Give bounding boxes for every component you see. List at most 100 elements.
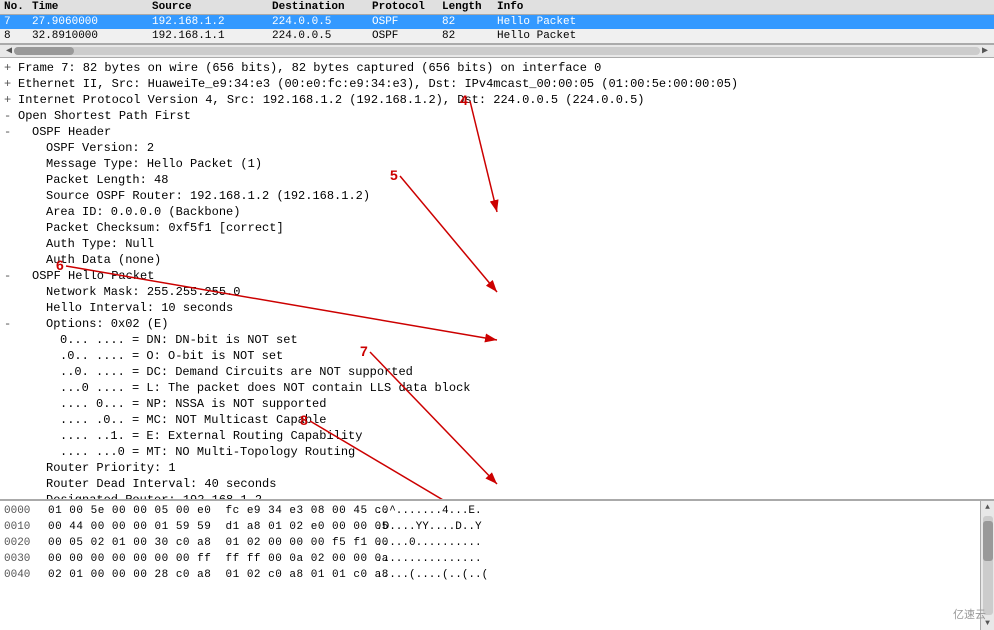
hex-bytes: 00 44 00 00 00 01 59 59 d1 a8 01 02 e0 0… (48, 519, 368, 535)
hex-bytes: 02 01 00 00 00 28 c0 a8 01 02 c0 a8 01 0… (48, 567, 368, 583)
col-header-no: No. (0, 0, 28, 14)
detail-text: .0.. .... = O: O-bit is NOT set (60, 348, 990, 364)
hex-dump-pane: 000001 00 5e 00 00 05 00 e0 fc e9 34 e3 … (0, 500, 994, 630)
hex-ascii: ................ (376, 551, 976, 567)
expand-icon[interactable]: + (4, 76, 18, 92)
detail-text: Ethernet II, Src: HuaweiTe_e9:34:e3 (00:… (18, 76, 990, 92)
detail-line-ospf-header[interactable]: -OSPF Header (0, 124, 994, 140)
table-row[interactable]: 7 27.9060000 192.168.1.2 224.0.0.5 OSPF … (0, 15, 994, 29)
detail-line-ip[interactable]: +Internet Protocol Version 4, Src: 192.1… (0, 92, 994, 108)
cell-src: 192.168.1.1 (148, 29, 268, 43)
hex-offset: 0010 (4, 519, 40, 535)
cell-proto: OSPF (368, 29, 438, 43)
detail-line-ospf-opt-dc: ..0. .... = DC: Demand Circuits are NOT … (0, 364, 994, 380)
hex-row: 0010 00 44 00 00 00 01 59 59 d1 a8 01 02 … (4, 519, 976, 535)
horizontal-scrollbar[interactable]: ◀ ▶ (0, 44, 994, 58)
detail-line-ospf-area: Area ID: 0.0.0.0 (Backbone) (0, 204, 994, 220)
hex-offset: 0030 (4, 551, 40, 567)
detail-text: Packet Length: 48 (46, 172, 990, 188)
detail-line-ospf-opt-dn: 0... .... = DN: DN-bit is NOT set (0, 332, 994, 348)
no-icon (4, 396, 18, 412)
vscroll-thumb[interactable] (983, 521, 993, 561)
detail-line-ethernet[interactable]: +Ethernet II, Src: HuaweiTe_e9:34:e3 (00… (0, 76, 994, 92)
detail-text: Auth Data (none) (46, 252, 990, 268)
no-icon (4, 252, 18, 268)
no-icon (4, 364, 18, 380)
watermark-label: 亿速云 (953, 606, 986, 622)
hex-offset: 0040 (4, 567, 40, 583)
collapse-icon[interactable]: - (4, 316, 18, 332)
no-icon (4, 348, 18, 364)
hex-ascii: .D....YY....D..Y (376, 519, 976, 535)
cell-dst: 224.0.0.5 (268, 15, 368, 29)
detail-text: Packet Checksum: 0xf5f1 [correct] (46, 220, 990, 236)
detail-text: Options: 0x02 (E) (46, 316, 990, 332)
hex-row: 0020 00 05 02 01 00 30 c0 a8 01 02 00 00 … (4, 535, 976, 551)
collapse-icon[interactable]: - (4, 268, 18, 284)
detail-line-frame[interactable]: +Frame 7: 82 bytes on wire (656 bits), 8… (0, 60, 994, 76)
scroll-right-arrow[interactable]: ▶ (980, 45, 990, 57)
expand-icon[interactable]: + (4, 92, 18, 108)
detail-text: OSPF Version: 2 (46, 140, 990, 156)
detail-line-ospf-authdata: Auth Data (none) (0, 252, 994, 268)
col-header-time: Time (28, 0, 148, 14)
detail-line-ospf-checksum: Packet Checksum: 0xf5f1 [correct] (0, 220, 994, 236)
detail-line-ospf-msgtype: Message Type: Hello Packet (1) (0, 156, 994, 172)
table-row[interactable]: 8 32.8910000 192.168.1.1 224.0.0.5 OSPF … (0, 29, 994, 43)
no-icon (4, 188, 18, 204)
detail-line-ospf-opt-l: ...0 .... = L: The packet does NOT conta… (0, 380, 994, 396)
collapse-icon[interactable]: - (4, 108, 18, 124)
detail-text: ..0. .... = DC: Demand Circuits are NOT … (60, 364, 990, 380)
hex-ascii: .....0.......... (376, 535, 976, 551)
no-icon (4, 220, 18, 236)
detail-line-ospf-options[interactable]: - Options: 0x02 (E) (0, 316, 994, 332)
scroll-up-arrow[interactable]: ▲ (983, 501, 992, 514)
expand-icon[interactable]: + (4, 60, 18, 76)
detail-line-ospf-opt-np: .... 0... = NP: NSSA is NOT supported (0, 396, 994, 412)
detail-text: .... ...0 = MT: NO Multi-Topology Routin… (60, 444, 990, 460)
detail-line-ospf-version: OSPF Version: 2 (0, 140, 994, 156)
vscroll-track[interactable] (983, 516, 993, 615)
detail-line-ospf-hello[interactable]: -OSPF Hello Packet (0, 268, 994, 284)
collapse-icon[interactable]: - (4, 124, 18, 140)
detail-text: Auth Type: Null (46, 236, 990, 252)
detail-line-ospf-authtype: Auth Type: Null (0, 236, 994, 252)
detail-text: .... ..1. = E: External Routing Capabili… (60, 428, 990, 444)
no-icon (4, 172, 18, 188)
col-header-proto: Protocol (368, 0, 438, 14)
col-header-len: Length (438, 0, 493, 14)
detail-line-ospf-opt-mt: .... ...0 = MT: NO Multi-Topology Routin… (0, 444, 994, 460)
packet-list-header: No. Time Source Destination Protocol Len… (0, 0, 994, 15)
detail-text: OSPF Header (32, 124, 990, 140)
cell-dst: 224.0.0.5 (268, 29, 368, 43)
packet-details-pane: 45678 +Frame 7: 82 bytes on wire (656 bi… (0, 58, 994, 500)
scroll-thumb[interactable] (14, 47, 74, 55)
cell-time: 32.8910000 (28, 29, 148, 43)
hex-bytes: 00 00 00 00 00 00 00 ff ff ff 00 0a 02 0… (48, 551, 368, 567)
detail-line-ospf-opt-o: .0.. .... = O: O-bit is NOT set (0, 348, 994, 364)
detail-line-ospf-opt-mc: .... .0.. = MC: NOT Multicast Capable (0, 412, 994, 428)
detail-line-ospf[interactable]: -Open Shortest Path First (0, 108, 994, 124)
detail-text: Frame 7: 82 bytes on wire (656 bits), 82… (18, 60, 990, 76)
detail-line-ospf-netmask: Network Mask: 255.255.255.0 (0, 284, 994, 300)
detail-text: Source OSPF Router: 192.168.1.2 (192.168… (46, 188, 990, 204)
col-header-dst: Destination (268, 0, 368, 14)
cell-len: 82 (438, 15, 493, 29)
detail-text: .... .0.. = MC: NOT Multicast Capable (60, 412, 990, 428)
detail-line-ospf-pktlen: Packet Length: 48 (0, 172, 994, 188)
hex-offset: 0000 (4, 503, 40, 519)
cell-info: Hello Packet (493, 15, 994, 29)
hex-bytes: 00 05 02 01 00 30 c0 a8 01 02 00 00 00 f… (48, 535, 368, 551)
scroll-track[interactable] (14, 47, 980, 55)
no-icon (4, 492, 18, 500)
detail-text: Router Dead Interval: 40 seconds (46, 476, 990, 492)
hex-offset: 0020 (4, 535, 40, 551)
scroll-left-arrow[interactable]: ◀ (4, 45, 14, 57)
packet-list: No. Time Source Destination Protocol Len… (0, 0, 994, 44)
detail-text: Network Mask: 255.255.255.0 (46, 284, 990, 300)
col-header-src: Source (148, 0, 268, 14)
hex-lines: 000001 00 5e 00 00 05 00 e0 fc e9 34 e3 … (0, 501, 980, 630)
cell-no: 8 (0, 29, 28, 43)
hex-ascii: .....(....(..(..( (376, 567, 976, 583)
detail-line-ospf-router-pri: Router Priority: 1 (0, 460, 994, 476)
